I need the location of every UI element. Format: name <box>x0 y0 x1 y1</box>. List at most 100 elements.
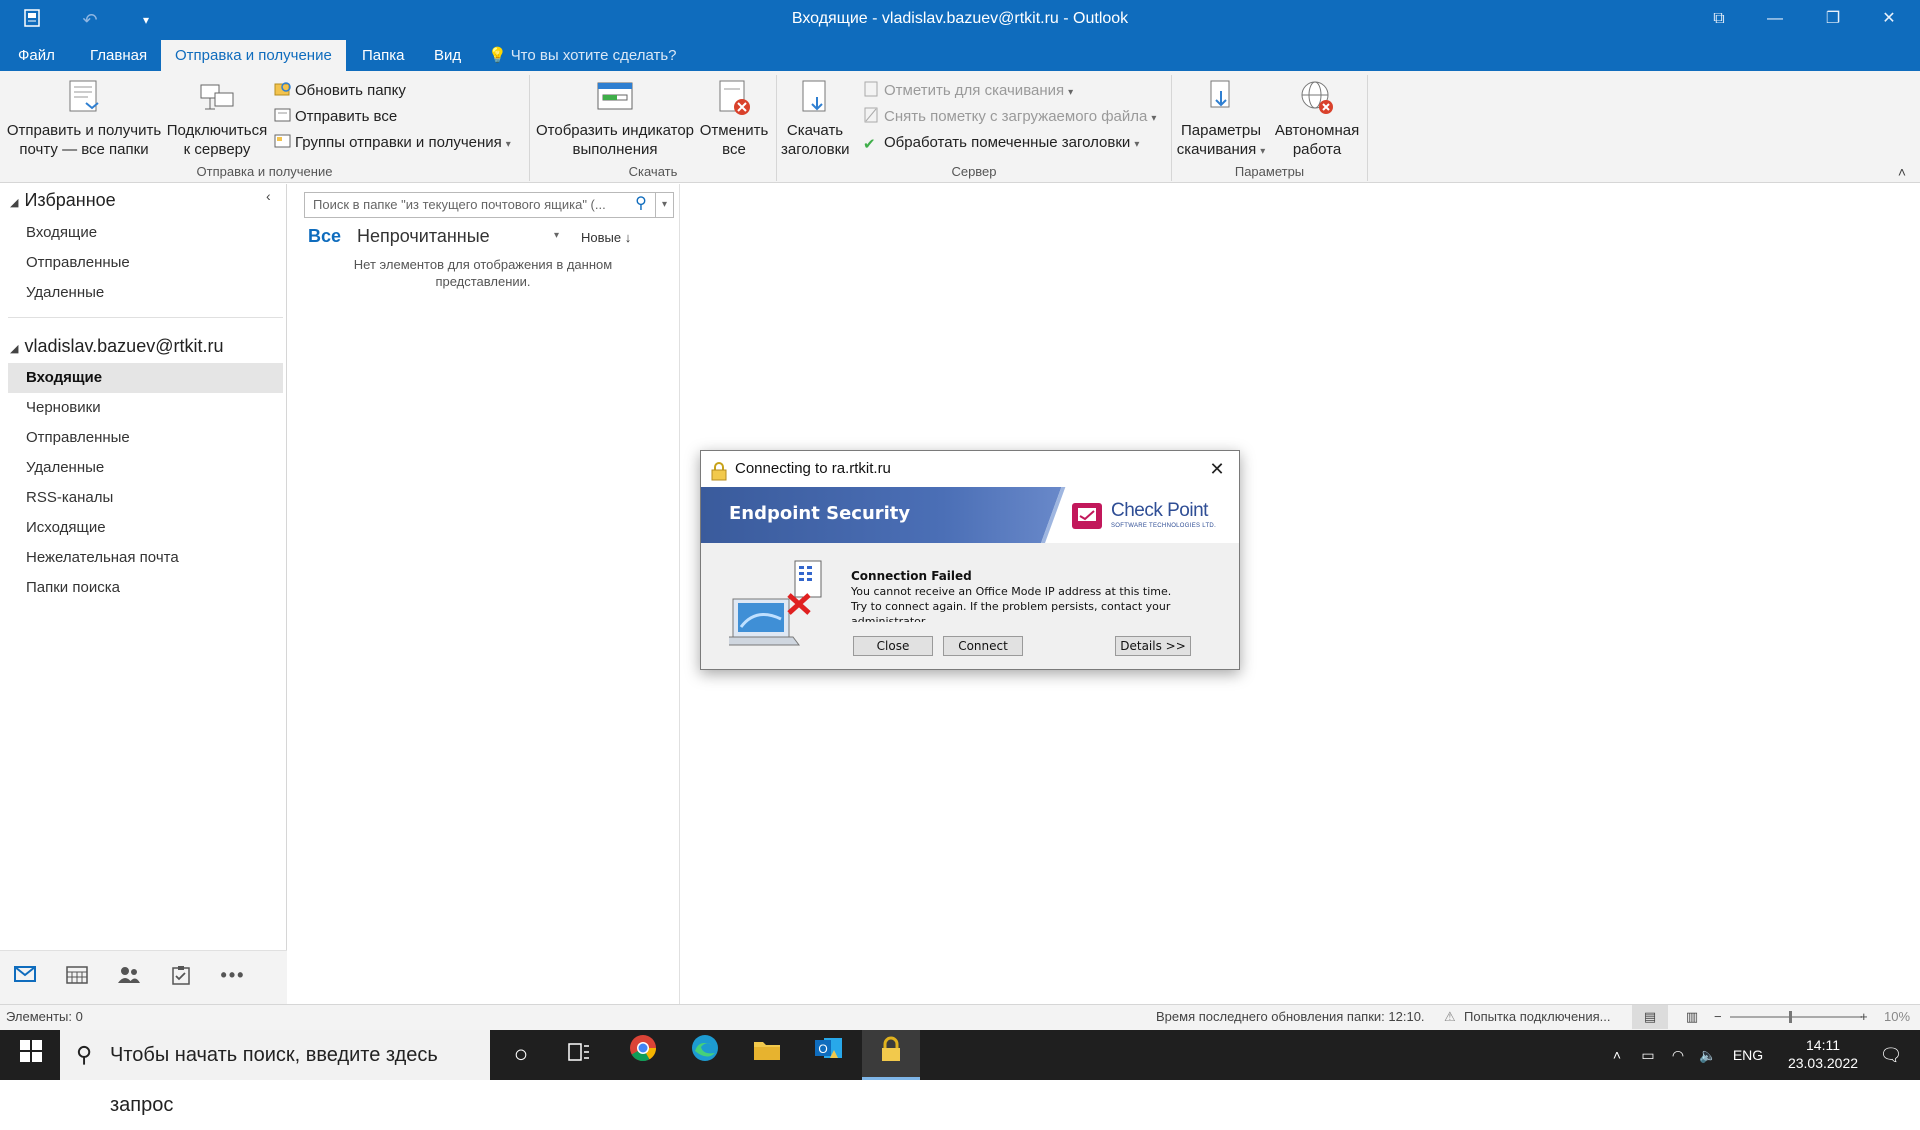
filter-unread[interactable]: Непрочитанные <box>357 226 490 247</box>
normal-view-icon[interactable]: ▤ <box>1632 1005 1668 1029</box>
zoom-slider-thumb[interactable] <box>1789 1011 1792 1023</box>
outlook-taskbar-icon[interactable]: O <box>800 1030 858 1080</box>
show-hidden-icons-icon[interactable]: ˄ <box>1604 1030 1630 1080</box>
folder-sent[interactable]: Отправленные <box>8 423 283 453</box>
close-window-button[interactable]: ✕ <box>1866 0 1912 40</box>
server-connect-icon <box>197 77 237 117</box>
dialog-connect-button[interactable]: Connect <box>943 636 1023 656</box>
folder-deleted[interactable]: Удаленные <box>8 453 283 483</box>
warning-icon: ⚠ <box>1444 1009 1456 1024</box>
clock[interactable]: 14:11 23.03.2022 <box>1776 1030 1870 1080</box>
groups-icon <box>274 133 292 149</box>
search-scope-dropdown-icon[interactable]: ▾ <box>656 192 674 218</box>
group-send-receive: Отправить и получить почту — все папки П… <box>0 75 530 181</box>
task-view-icon[interactable] <box>550 1030 608 1080</box>
input-language[interactable]: ENG <box>1728 1030 1768 1080</box>
work-offline-label-2: работа <box>1292 141 1342 158</box>
search-icon[interactable]: ⚲ <box>626 192 656 218</box>
update-folder-icon <box>274 81 292 97</box>
tab-home[interactable]: Главная <box>76 40 161 71</box>
ribbon-display-options-icon[interactable]: ⧉ <box>1696 0 1742 40</box>
sort-order[interactable]: Новые ↓ <box>581 230 631 245</box>
folder-rss[interactable]: RSS-каналы <box>8 483 283 513</box>
more-icon[interactable]: ••• <box>218 965 248 991</box>
show-progress-label-2: выполнения <box>572 141 658 158</box>
favorites-header[interactable]: ◢ Избранное <box>10 190 116 211</box>
taskbar-search-input[interactable]: ⚲ Чтобы начать поиск, введите здесь запр… <box>60 1030 490 1116</box>
cancel-all-button[interactable]: Отменить все <box>698 77 770 159</box>
wifi-icon[interactable]: ◠ <box>1664 1030 1692 1080</box>
reading-view-icon[interactable]: ▥ <box>1680 1005 1704 1029</box>
ribbon-tabs: Файл Главная Отправка и получение Папка … <box>0 40 1920 71</box>
connection-status[interactable]: Попытка подключения... <box>1464 1005 1611 1029</box>
folder-junk[interactable]: Нежелательная почта <box>8 543 283 573</box>
filter-dropdown-icon[interactable]: ▾ <box>554 230 559 241</box>
tab-send-receive[interactable]: Отправка и получение <box>161 40 346 71</box>
filter-all[interactable]: Все <box>308 226 341 247</box>
file-explorer-icon[interactable] <box>738 1030 796 1080</box>
maximize-button[interactable]: ❐ <box>1810 0 1856 40</box>
collapse-pane-icon[interactable]: ‹ <box>266 188 271 204</box>
send-receive-groups-button[interactable]: Группы отправки и получения ▾ <box>274 131 511 155</box>
show-progress-button[interactable]: Отобразить индикатор выполнения <box>534 77 696 159</box>
unmark-download-button[interactable]: Снять пометку с загружаемого файла ▾ <box>863 105 1156 129</box>
account-header[interactable]: ◢ vladislav.bazuev@rtkit.ru <box>10 336 223 357</box>
favorite-inbox[interactable]: Входящие <box>8 218 283 248</box>
work-offline-button[interactable]: Автономная работа <box>1270 77 1364 159</box>
zoom-slider[interactable] <box>1730 1016 1862 1018</box>
progress-icon <box>595 77 635 117</box>
minimize-button[interactable]: — <box>1752 0 1798 40</box>
dialog-details-button[interactable]: Details >> <box>1115 636 1191 656</box>
tab-file[interactable]: Файл <box>4 40 69 71</box>
folder-search-folders[interactable]: Папки поиска <box>8 573 283 603</box>
connect-to-server-button[interactable]: Подключиться к серверу <box>164 77 270 159</box>
mail-icon[interactable] <box>10 965 40 991</box>
chevron-down-icon: ▾ <box>1151 113 1157 124</box>
zoom-in-icon[interactable]: + <box>1860 1005 1868 1029</box>
mark-to-download-button[interactable]: Отметить для скачивания ▾ <box>863 79 1073 103</box>
tasks-icon[interactable] <box>166 965 196 991</box>
send-receive-groups-label: Группы отправки и получения <box>295 134 502 151</box>
send-all-button[interactable]: Отправить все <box>274 105 397 129</box>
group-label-send-receive: Отправка и получение <box>196 164 333 179</box>
send-receive-all-label-1: Отправить и получить <box>6 122 162 139</box>
folder-inbox[interactable]: Входящие <box>8 363 283 393</box>
cortana-icon[interactable]: ○ <box>492 1030 550 1080</box>
start-button[interactable] <box>2 1030 60 1080</box>
battery-icon[interactable]: ▭ <box>1634 1030 1662 1080</box>
send-receive-all-button[interactable]: Отправить и получить почту — все папки <box>4 77 164 159</box>
item-count: Элементы: 0 <box>6 1009 83 1024</box>
status-bar: Элементы: 0 Время последнего обновления … <box>0 1004 1920 1030</box>
people-icon[interactable] <box>114 965 144 991</box>
zoom-level[interactable]: 10% <box>1884 1005 1910 1029</box>
dialog-close-button[interactable]: Close <box>853 636 933 656</box>
group-params: Параметры скачивания ▾ Автономная работа … <box>1172 75 1368 181</box>
vpn-lock-taskbar-icon[interactable] <box>862 1030 920 1080</box>
account-header-label: vladislav.bazuev@rtkit.ru <box>24 336 224 356</box>
calendar-icon[interactable] <box>62 965 92 991</box>
tell-me-search[interactable]: 💡 Что вы хотите сделать? <box>488 40 677 71</box>
update-folder-button[interactable]: Обновить папку <box>274 79 406 103</box>
folder-outbox[interactable]: Исходящие <box>8 513 283 543</box>
chrome-icon[interactable] <box>614 1030 672 1080</box>
notifications-icon[interactable]: 🗨 <box>1868 1030 1914 1080</box>
download-headers-button[interactable]: Скачать заголовки <box>781 77 850 159</box>
send-receive-icon <box>64 77 104 117</box>
edge-icon[interactable] <box>676 1030 734 1080</box>
volume-icon[interactable]: 🔈 <box>1694 1030 1722 1080</box>
dialog-close-icon[interactable]: ✕ <box>1203 455 1231 483</box>
expand-triangle-icon: ◢ <box>10 343 19 355</box>
tab-view[interactable]: Вид <box>420 40 475 71</box>
zoom-out-icon[interactable]: − <box>1714 1005 1722 1029</box>
process-marked-headers-button[interactable]: ✔ Обработать помеченные заголовки ▾ <box>863 131 1139 155</box>
clock-time: 14:11 <box>1806 1037 1840 1053</box>
tab-folder[interactable]: Папка <box>348 40 418 71</box>
download-prefs-label-1: Параметры <box>1181 122 1261 139</box>
favorite-deleted[interactable]: Удаленные <box>8 278 283 308</box>
favorite-sent[interactable]: Отправленные <box>8 248 283 278</box>
search-input[interactable]: Поиск в папке "из текущего почтового ящи… <box>304 192 656 218</box>
group-label-download: Скачать <box>628 164 678 179</box>
download-preferences-button[interactable]: Параметры скачивания ▾ <box>1174 77 1268 161</box>
collapse-ribbon-icon[interactable]: ˄ <box>1898 164 1906 180</box>
folder-drafts[interactable]: Черновики <box>8 393 283 423</box>
